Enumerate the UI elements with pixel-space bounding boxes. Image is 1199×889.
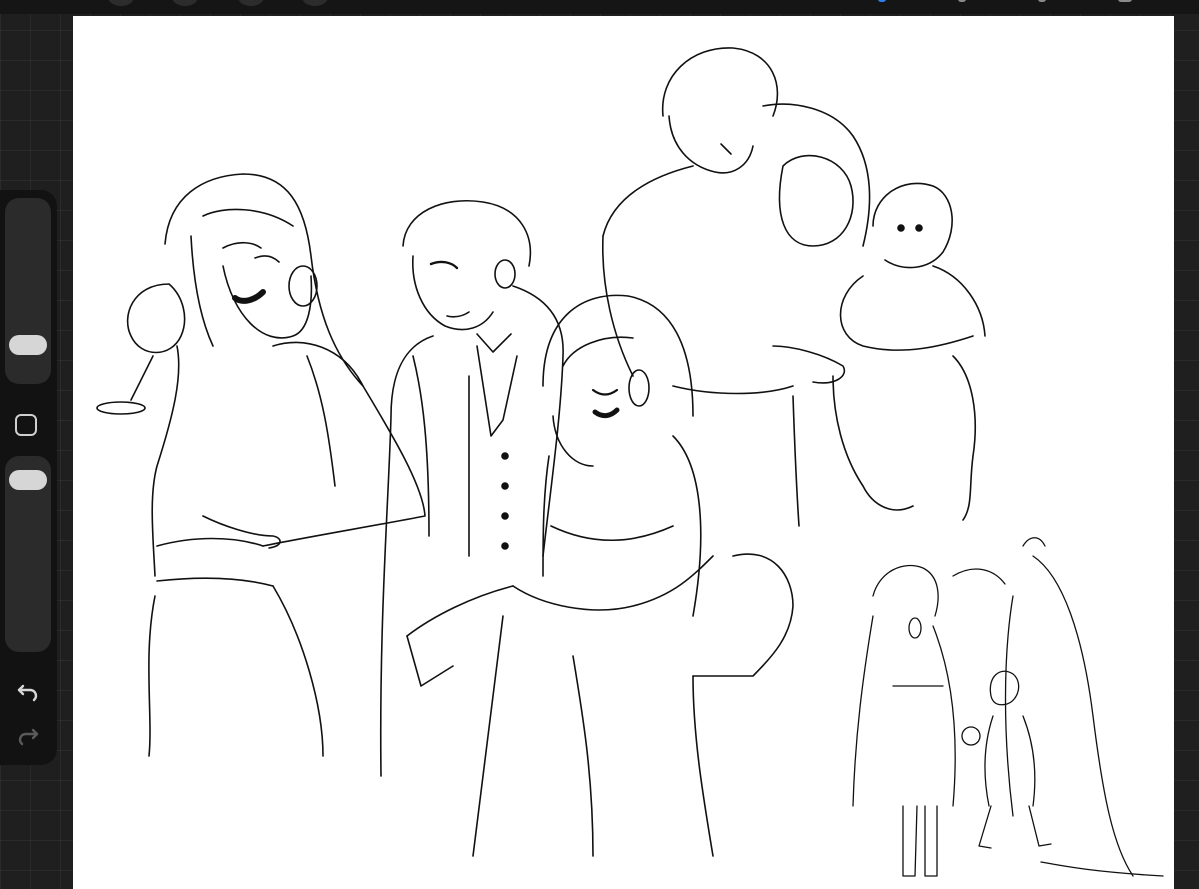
drawing-canvas[interactable] <box>73 16 1174 889</box>
eraser-icon[interactable] <box>1038 0 1046 2</box>
sketch-figure-woman-wine <box>96 173 426 757</box>
sketch-figure-woman-coat <box>406 294 794 857</box>
adjustments-icon[interactable] <box>238 0 264 6</box>
opacity-slider[interactable] <box>5 456 51 652</box>
brush-size-slider-thumb[interactable] <box>9 335 47 355</box>
redo-button[interactable] <box>9 720 47 752</box>
undo-button[interactable] <box>9 676 47 708</box>
sketch-figure-hero-family <box>852 537 1164 877</box>
sketch-figure-family-baby <box>601 47 986 527</box>
line-art-sketch <box>96 47 1164 877</box>
brush-size-slider[interactable] <box>5 198 51 384</box>
actions-icon[interactable] <box>172 0 198 6</box>
brush-icon[interactable] <box>878 0 886 2</box>
left-sidebar <box>0 190 57 765</box>
layers-icon[interactable] <box>1118 0 1132 2</box>
modify-square-button[interactable] <box>15 414 37 436</box>
gallery-icon[interactable] <box>108 0 134 6</box>
selection-icon[interactable] <box>302 0 328 6</box>
undo-arrow-icon <box>17 684 38 702</box>
top-toolbar <box>0 0 1199 14</box>
smudge-icon[interactable] <box>958 0 966 2</box>
procreate-app <box>0 0 1199 889</box>
sketch-figure-man-suit <box>379 200 564 777</box>
opacity-slider-thumb[interactable] <box>9 470 47 490</box>
redo-arrow-icon <box>18 728 39 746</box>
